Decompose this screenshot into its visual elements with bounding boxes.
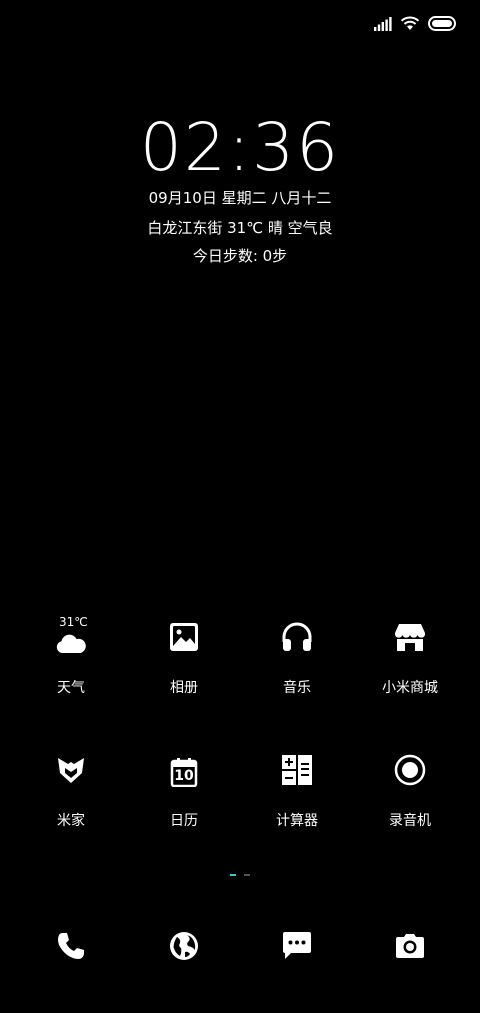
app-gallery[interactable]: 相册 <box>124 615 244 697</box>
app-recorder[interactable]: 录音机 <box>350 748 470 830</box>
mi-home-icon <box>56 755 86 789</box>
status-icons <box>374 16 458 35</box>
browser-icon <box>169 931 199 965</box>
calculator-icon <box>281 754 313 790</box>
page-dot[interactable] <box>244 874 250 876</box>
app-mihome[interactable]: 米家 <box>11 748 131 830</box>
recorder-icon-wrap <box>350 748 470 796</box>
date-line: 09月10日 星期二 八月十二 <box>148 189 332 207</box>
page-indicator <box>0 874 480 876</box>
app-label: 录音机 <box>389 813 431 829</box>
image-icon <box>169 622 199 656</box>
steps-line: 今日步数: 0步 <box>192 247 288 265</box>
wifi-icon <box>400 16 420 35</box>
dock-messages[interactable] <box>237 928 357 968</box>
messages-icon <box>281 931 313 965</box>
dock-phone[interactable] <box>11 928 131 968</box>
phone-icon <box>56 931 86 965</box>
weather-temp: 31℃ <box>59 615 88 629</box>
battery-icon <box>428 16 458 35</box>
app-label: 米家 <box>57 813 85 829</box>
app-label: 计算器 <box>276 813 318 829</box>
status-bar <box>0 0 480 50</box>
app-label: 日历 <box>170 813 198 829</box>
dock-camera[interactable] <box>350 928 470 968</box>
gallery-icon-wrap <box>124 615 244 663</box>
mistore-icon-wrap <box>350 615 470 663</box>
calendar-icon: 10 <box>170 757 198 787</box>
app-calendar[interactable]: 10 日历 <box>124 748 244 830</box>
app-label: 音乐 <box>283 680 311 696</box>
app-weather[interactable]: 31℃ 天气 <box>11 615 131 697</box>
app-label: 小米商城 <box>382 680 438 696</box>
signal-icon <box>374 16 392 35</box>
calendar-day: 10 <box>174 768 194 784</box>
record-icon <box>394 754 426 790</box>
store-icon <box>394 622 426 656</box>
music-icon-wrap <box>237 615 357 663</box>
calculator-icon-wrap <box>237 748 357 796</box>
app-music[interactable]: 音乐 <box>237 615 357 697</box>
weather-icon-wrap: 31℃ <box>11 615 131 663</box>
mihome-icon-wrap <box>11 748 131 796</box>
cloud-icon <box>55 634 87 658</box>
camera-icon-wrap <box>350 928 470 968</box>
dock <box>0 928 480 968</box>
dock-browser[interactable] <box>124 928 244 968</box>
phone-icon-wrap <box>11 928 131 968</box>
app-calculator[interactable]: 计算器 <box>237 748 357 830</box>
page-dot-active[interactable] <box>230 874 236 876</box>
messages-icon-wrap <box>237 928 357 968</box>
calendar-icon-wrap: 10 <box>124 748 244 796</box>
app-label: 天气 <box>57 680 85 696</box>
headphones-icon <box>281 622 313 656</box>
weather-line: 白龙江东街 31℃ 晴 空气良 <box>147 219 333 237</box>
camera-icon <box>394 932 426 964</box>
app-mistore[interactable]: 小米商城 <box>350 615 470 697</box>
browser-icon-wrap <box>124 928 244 968</box>
clock-time: 02:36 <box>139 109 341 186</box>
app-label: 相册 <box>170 680 198 696</box>
